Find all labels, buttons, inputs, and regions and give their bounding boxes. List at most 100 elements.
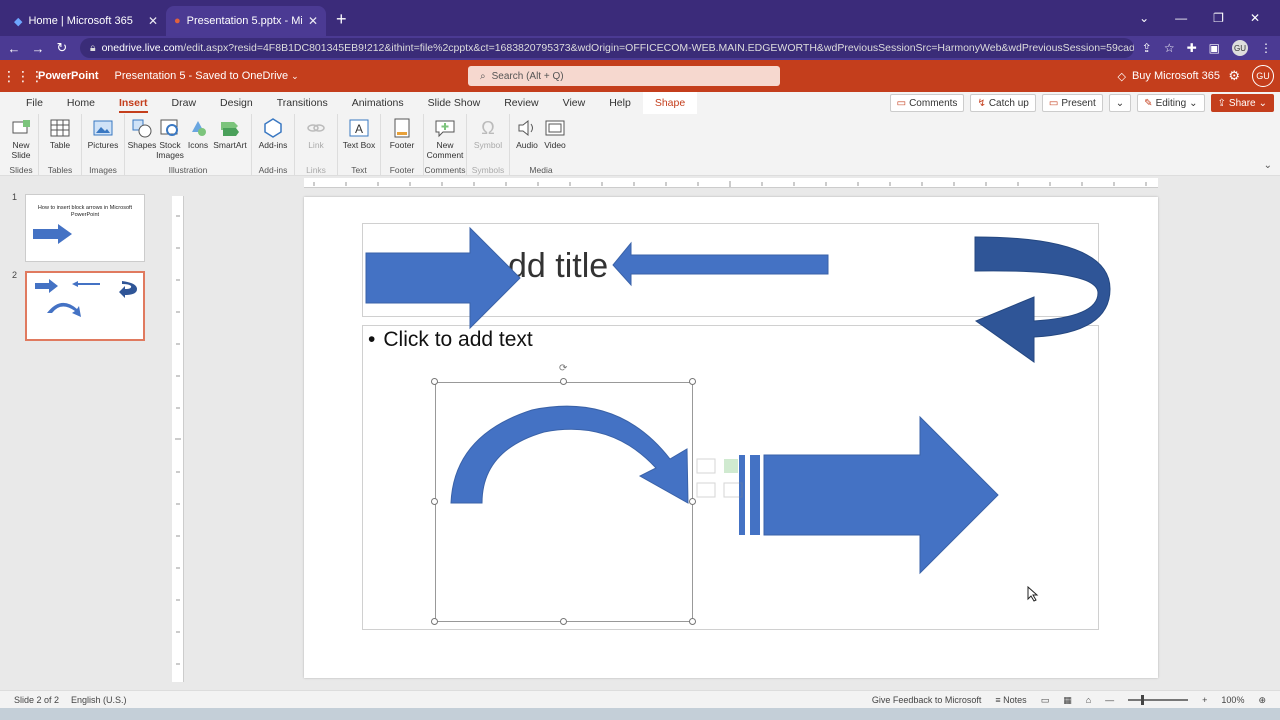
sidebar-icon[interactable]: ▣: [1209, 41, 1220, 55]
notes-icon: ≡: [995, 695, 1004, 705]
slide-thumbnail-2[interactable]: [25, 271, 145, 341]
editing-label: Editing: [1155, 97, 1187, 109]
back-icon[interactable]: ←: [4, 41, 24, 56]
tab-review[interactable]: Review: [492, 92, 550, 114]
zoom-in-icon[interactable]: +: [1202, 695, 1207, 705]
resize-handle-se[interactable]: [689, 618, 696, 625]
present-dropdown[interactable]: ⌄: [1108, 94, 1132, 112]
close-tab-icon[interactable]: ✕: [308, 14, 318, 28]
feedback-link[interactable]: Give Feedback to Microsoft: [872, 695, 982, 705]
powerpoint-icon: ●: [174, 15, 181, 27]
group-addins: Add-ins Add-ins: [252, 114, 295, 176]
thumbnail-number: 2: [12, 270, 18, 280]
search-icon: ⌕: [480, 70, 486, 82]
browser-tab-bar: ◆ Home | Microsoft 365 ✕ ● Presentation …: [0, 0, 1280, 36]
app-launcher-icon[interactable]: ⋮⋮⋮: [2, 68, 44, 85]
zoom-level[interactable]: 100%: [1221, 695, 1244, 705]
minimize-icon[interactable]: —: [1175, 11, 1187, 25]
smartart-label: SmartArt: [213, 140, 247, 150]
url-host: onedrive.live.com: [101, 42, 184, 54]
search-box[interactable]: ⌕ Search (Alt + Q): [468, 66, 780, 86]
forward-icon[interactable]: →: [28, 41, 48, 56]
comments-label: Comments: [909, 97, 958, 109]
reload-icon[interactable]: ↻: [52, 40, 72, 56]
shape-selection-box[interactable]: [435, 382, 693, 622]
group-label-images: Images: [89, 165, 117, 175]
browser-tab-presentation[interactable]: ● Presentation 5.pptx - Microsoft P ✕: [166, 6, 326, 36]
resize-handle-e[interactable]: [689, 498, 696, 505]
slide-sorter-icon[interactable]: ▦: [1063, 695, 1072, 706]
fit-to-window-icon[interactable]: ⊕: [1258, 695, 1266, 706]
user-avatar[interactable]: GU: [1252, 65, 1274, 87]
present-button[interactable]: ▭ Present: [1041, 94, 1103, 112]
app-name[interactable]: PowerPoint: [38, 70, 99, 82]
tab-shape[interactable]: Shape: [642, 92, 698, 114]
share-icon[interactable]: ⇪: [1142, 41, 1152, 55]
tab-home[interactable]: Home: [55, 92, 107, 114]
resize-handle-ne[interactable]: [689, 378, 696, 385]
document-title[interactable]: Presentation 5 - Saved to OneDrive: [115, 70, 289, 82]
close-window-icon[interactable]: ✕: [1250, 11, 1260, 25]
tab-transitions[interactable]: Transitions: [265, 92, 340, 114]
normal-view-icon[interactable]: ▭: [1041, 695, 1050, 706]
tab-file[interactable]: File: [14, 92, 55, 114]
share-icon: ⇪: [1217, 97, 1226, 109]
share-button[interactable]: ⇪ Share ⌄: [1210, 94, 1274, 112]
new-comment-label: New Comment: [426, 140, 464, 160]
tab-search-icon[interactable]: ⌄: [1139, 11, 1149, 25]
design-ideas-hint-icons: [696, 458, 743, 498]
comments-button[interactable]: ▭ Comments: [889, 94, 965, 112]
tab-slide-show[interactable]: Slide Show: [416, 92, 493, 114]
slide-count: Slide 2 of 2: [14, 694, 60, 705]
reading-view-icon[interactable]: ⌂: [1086, 695, 1091, 705]
slide-thumbnails-pane: 1 How to insert block arrows in Microsof…: [0, 176, 168, 690]
rotate-handle-icon[interactable]: ⟳: [559, 363, 567, 374]
slide-canvas[interactable]: dd title • Click to add text ⟳: [304, 197, 1158, 678]
resize-handle-n[interactable]: [560, 378, 567, 385]
group-slides: New Slide Slides: [4, 114, 39, 176]
extensions-icon[interactable]: ✚: [1187, 41, 1197, 55]
bookmark-star-icon[interactable]: ☆: [1164, 41, 1175, 55]
thumbnail-arrow: [33, 224, 72, 244]
language-indicator[interactable]: English (U.S.): [71, 695, 127, 705]
browser-tab-home[interactable]: ◆ Home | Microsoft 365 ✕: [6, 6, 166, 36]
zoom-out-icon[interactable]: —: [1105, 695, 1114, 705]
status-bar-right: Give Feedback to Microsoft ≡ Notes ▭ ▦ ⌂…: [872, 691, 1266, 709]
microsoft365-icon: ◆: [14, 15, 23, 28]
new-tab-button[interactable]: +: [326, 9, 357, 36]
resize-handle-s[interactable]: [560, 618, 567, 625]
tab-title: Presentation 5.pptx - Microsoft P: [186, 15, 302, 27]
browser-menu-icon[interactable]: ⋮: [1260, 41, 1272, 55]
catchup-label: Catch up: [988, 97, 1029, 109]
group-label-links: Links: [306, 165, 326, 175]
tab-design[interactable]: Design: [208, 92, 265, 114]
smartart-icon: [220, 118, 240, 138]
search-placeholder: Search (Alt + Q): [491, 70, 564, 82]
settings-gear-icon[interactable]: ⚙: [1228, 68, 1240, 84]
restore-icon[interactable]: ❐: [1213, 11, 1224, 25]
resize-handle-w[interactable]: [431, 498, 438, 505]
resize-handle-sw[interactable]: [431, 618, 438, 625]
tab-animations[interactable]: Animations: [340, 92, 416, 114]
chevron-down-icon[interactable]: ⌄: [291, 71, 299, 82]
comment-icon: ▭: [896, 97, 907, 109]
url-field[interactable]: 🔒︎ onedrive.live.com/edit.aspx?resid=4F8…: [80, 38, 1134, 58]
ribbon-tab-bar: File Home Insert Draw Design Transitions…: [0, 92, 1280, 114]
group-label-symbols: Symbols: [471, 165, 505, 175]
tab-draw[interactable]: Draw: [160, 92, 209, 114]
catch-up-button[interactable]: ↯ Catch up: [970, 94, 1036, 112]
close-tab-icon[interactable]: ✕: [148, 14, 158, 28]
u-turn-arrow: [974, 236, 1111, 363]
ribbon-options-chevron-icon[interactable]: ⌄: [1264, 160, 1272, 171]
tab-help[interactable]: Help: [597, 92, 643, 114]
tab-view[interactable]: View: [551, 92, 598, 114]
notes-button[interactable]: ≡ Notes: [995, 695, 1026, 705]
zoom-slider[interactable]: [1128, 695, 1189, 705]
slide-thumbnail-1[interactable]: How to insert block arrows in Microsoft …: [25, 194, 145, 262]
tab-insert[interactable]: Insert: [107, 92, 160, 114]
buy-microsoft-365-link[interactable]: ◇ Buy Microsoft 365: [1117, 60, 1220, 92]
profile-avatar[interactable]: GU: [1232, 40, 1248, 56]
editing-mode-button[interactable]: ✎ Editing ⌄: [1137, 94, 1205, 112]
svg-text:A: A: [355, 122, 363, 136]
resize-handle-nw[interactable]: [431, 378, 438, 385]
